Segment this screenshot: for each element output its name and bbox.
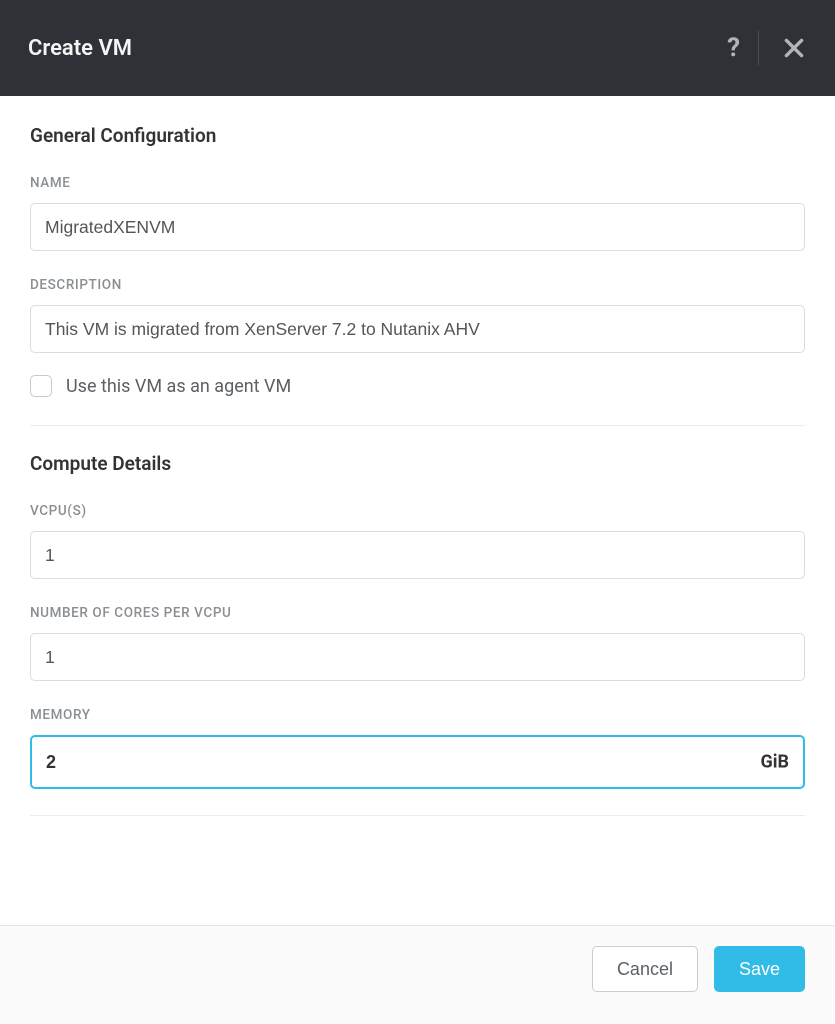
dialog-title: Create VM [28,36,709,61]
help-icon[interactable]: ? [709,33,758,63]
agent-vm-checkbox[interactable] [30,375,52,397]
description-label: DESCRIPTION [30,277,805,293]
section-divider [30,425,805,426]
dialog-header: Create VM ? [0,0,835,96]
cancel-button[interactable]: Cancel [592,946,698,992]
memory-input[interactable] [30,735,805,789]
vcpus-input[interactable] [30,531,805,579]
name-label: NAME [30,175,805,191]
cores-label: NUMBER OF CORES PER VCPU [30,605,805,621]
cores-input[interactable] [30,633,805,681]
save-button[interactable]: Save [714,946,805,992]
agent-vm-label: Use this VM as an agent VM [66,376,291,397]
section-compute-title: Compute Details [30,452,805,475]
section-general-title: General Configuration [30,124,805,147]
dialog-content: General Configuration NAME DESCRIPTION U… [0,96,835,925]
header-actions: ? [709,31,807,65]
memory-label: MEMORY [30,707,805,723]
section-divider-2 [30,815,805,816]
dialog-footer: Cancel Save [0,925,835,1024]
name-input[interactable] [30,203,805,251]
memory-field: GiB [30,735,805,789]
close-icon[interactable] [759,35,807,61]
agent-vm-row: Use this VM as an agent VM [30,375,805,397]
description-input[interactable] [30,305,805,353]
vcpus-label: VCPU(S) [30,503,805,519]
